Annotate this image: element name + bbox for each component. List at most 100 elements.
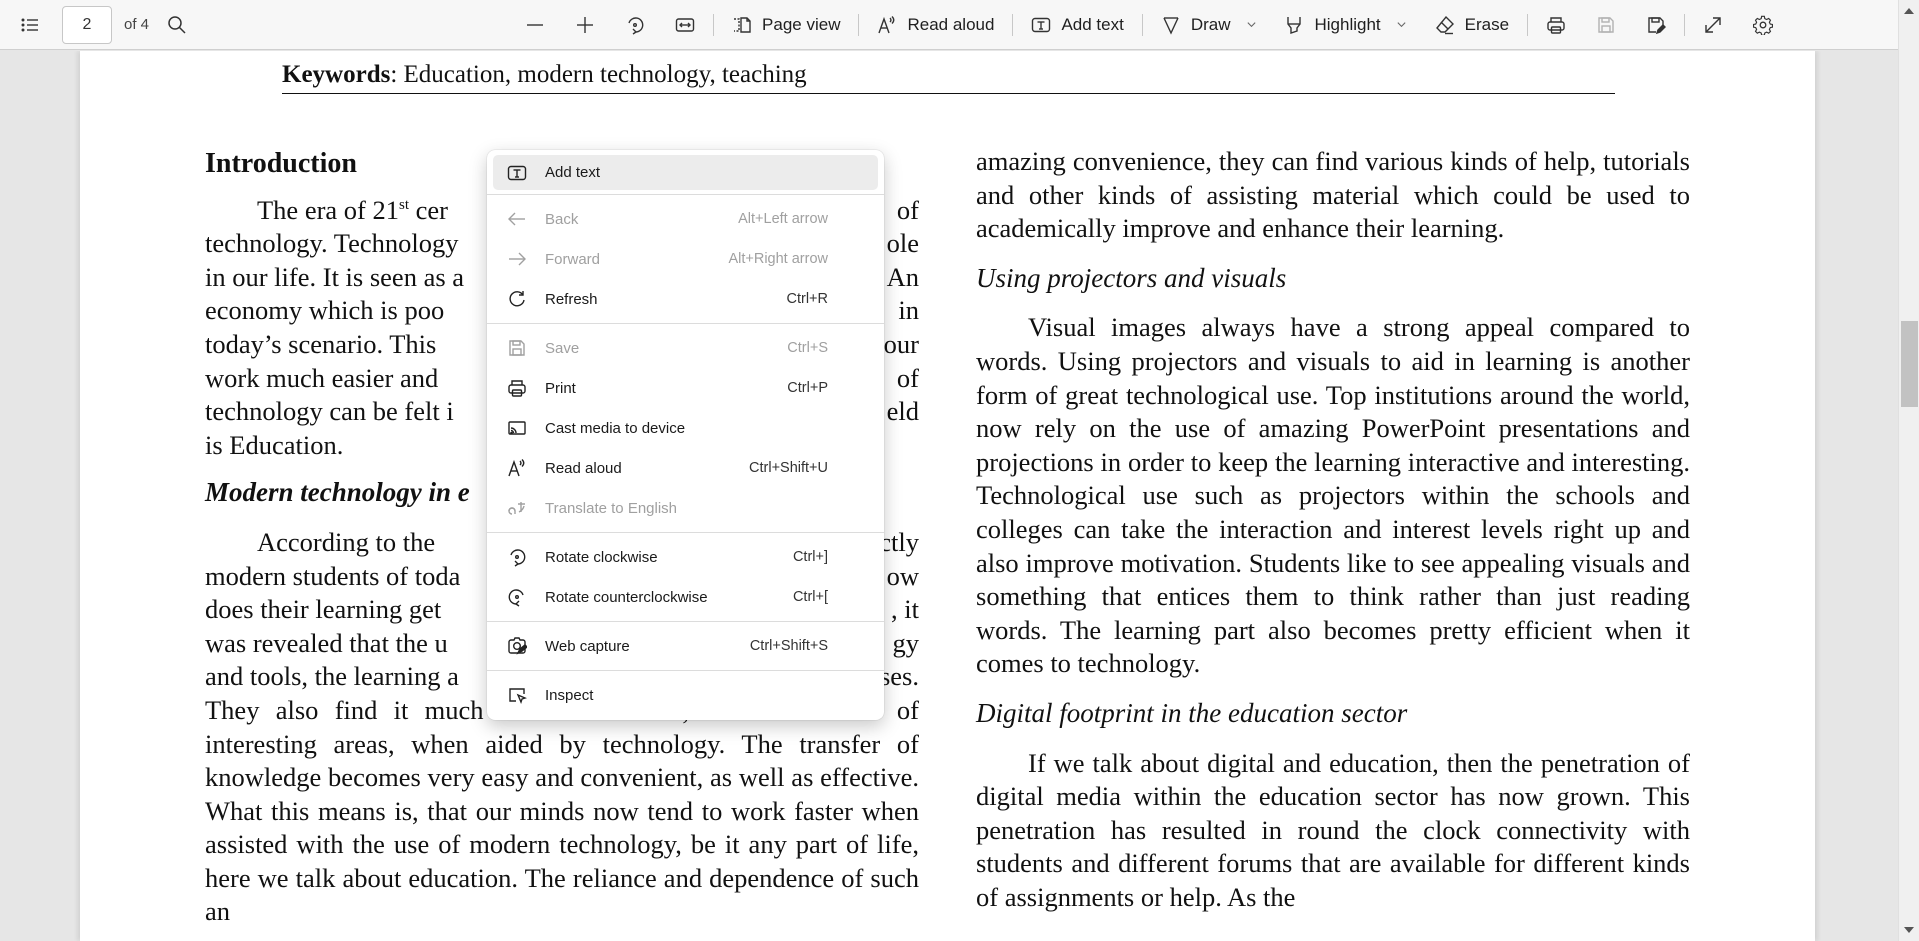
text-fragment: is Education.	[205, 429, 344, 460]
modern-technology-paragraph-continued: They also find it much more interactive,…	[205, 694, 919, 927]
text-fragment: ctly	[879, 526, 919, 557]
web-capture-icon	[505, 636, 529, 656]
erase-button[interactable]: Erase	[1427, 7, 1517, 43]
text-fragment: According to the	[257, 526, 436, 557]
menu-item-shortcut: Alt+Left arrow	[738, 211, 828, 227]
text-fragment: ole	[886, 228, 919, 259]
scrollbar-thumb[interactable]	[1901, 321, 1918, 407]
digital-footprint-paragraph: If we talk about digital and education, …	[976, 747, 1690, 912]
draw-label: Draw	[1190, 14, 1231, 34]
right-column: amazing convenience, they can find vario…	[976, 145, 1690, 914]
menu-separator	[487, 670, 884, 671]
rotate-icon	[628, 16, 644, 35]
context-menu-item-read-aloud[interactable]: Read aloud Ctrl+Shift+U	[493, 448, 878, 488]
save-icon	[505, 338, 529, 358]
text-box-icon	[1032, 17, 1051, 32]
text-fragment: , it	[891, 594, 919, 625]
save-as-button[interactable]	[1638, 7, 1674, 43]
settings-button[interactable]	[1745, 7, 1781, 43]
context-menu-item-translate-to-english[interactable]: Translate to English	[493, 488, 878, 528]
menu-item-shortcut: Ctrl+Shift+S	[749, 638, 828, 654]
highlight-button[interactable]: Highlight	[1276, 7, 1388, 43]
menu-item-shortcut: Alt+Right arrow	[728, 251, 828, 267]
inspect-icon	[505, 685, 529, 705]
rotate-button[interactable]	[617, 7, 653, 43]
vertical-scrollbar[interactable]	[1898, 0, 1919, 941]
scroll-up-arrow-icon[interactable]	[1904, 8, 1914, 14]
cast-icon	[505, 418, 529, 438]
context-menu-item-rotate-clockwise[interactable]: Rotate clockwise Ctrl+]	[493, 537, 878, 577]
context-menu-item-add-text[interactable]: Add text	[493, 155, 878, 190]
toolbar-divider	[1684, 13, 1686, 36]
menu-separator	[487, 532, 884, 533]
text-fragment: economy which is poo	[205, 295, 445, 326]
eraser-icon	[1435, 15, 1454, 34]
context-menu-item-rotate-counterclockwise[interactable]: Rotate counterclockwise Ctrl+[	[493, 577, 878, 617]
menu-item-label: Rotate counterclockwise	[545, 588, 708, 606]
arrow-left-icon	[505, 209, 529, 229]
continued-paragraph: amazing convenience, they can find vario…	[976, 146, 1690, 244]
minus-icon	[527, 23, 544, 26]
context-menu-item-forward[interactable]: Forward Alt+Right arrow	[493, 239, 878, 279]
page-count-label: of 4	[124, 16, 150, 33]
read-aloud-button[interactable]: Read aloud	[869, 7, 1002, 43]
menu-item-label: Inspect	[545, 686, 594, 704]
context-menu-item-inspect[interactable]: Inspect	[493, 675, 878, 715]
fit-to-width-button[interactable]	[667, 7, 703, 43]
add-text-button[interactable]: Add text	[1023, 7, 1131, 43]
context-menu-item-save[interactable]: Save Ctrl+S	[493, 328, 878, 368]
search-icon	[168, 15, 186, 34]
text-fragment: ses.	[879, 661, 919, 692]
keywords-line: Keywords: Education, modern technology, …	[282, 61, 1615, 94]
digital-footprint-heading: Digital footprint in the education secto…	[976, 697, 1408, 728]
menu-item-shortcut: Ctrl+P	[787, 380, 828, 396]
draw-options-dropdown[interactable]	[1238, 7, 1264, 43]
page-view-button[interactable]: Page view	[724, 7, 848, 43]
toolbar-divider	[858, 13, 860, 36]
menu-separator	[487, 323, 884, 324]
text-fragment: does their learning get	[205, 594, 442, 625]
menu-item-shortcut: Ctrl+[	[792, 589, 828, 605]
text-fragment: gy	[892, 627, 920, 658]
keywords-label: Keywords	[282, 61, 391, 88]
keywords-text: : Education, modern technology, teaching	[390, 61, 807, 88]
save-button[interactable]	[1588, 7, 1624, 43]
context-menu-item-cast-media-to-device[interactable]: Cast media to device	[493, 408, 878, 448]
draw-button[interactable]: Draw	[1153, 7, 1239, 43]
page-number-input[interactable]: 2	[62, 5, 112, 44]
highlight-label: Highlight	[1314, 14, 1381, 34]
page-view-icon	[734, 16, 751, 33]
menu-item-label: Back	[545, 210, 579, 228]
fullscreen-button[interactable]	[1695, 7, 1731, 43]
refresh-icon	[505, 289, 529, 309]
translate-icon	[505, 498, 529, 518]
text-fragment: our	[883, 328, 919, 359]
highlighter-icon	[1287, 16, 1302, 34]
document-viewer[interactable]: Keywords: Education, modern technology, …	[0, 51, 1898, 941]
text-fragment: work much easier and	[205, 362, 439, 393]
context-menu: Add text Back Alt+Left arrow Forward Alt+Rig…	[487, 150, 884, 720]
chevron-down-icon	[1247, 22, 1256, 28]
table-of-contents-button[interactable]	[12, 7, 48, 43]
zoom-in-button[interactable]	[567, 7, 603, 43]
menu-item-label: Save	[545, 339, 580, 357]
zoom-out-button[interactable]	[517, 7, 553, 43]
menu-item-shortcut: Ctrl+R	[786, 291, 829, 307]
text-fragment: of	[896, 362, 919, 393]
highlight-options-dropdown[interactable]	[1389, 7, 1415, 43]
print-icon	[505, 378, 529, 398]
scroll-down-arrow-icon[interactable]	[1904, 927, 1914, 933]
toolbar-divider	[1141, 13, 1143, 36]
text-fragment: An	[886, 261, 919, 292]
menu-item-shortcut: Ctrl+]	[792, 549, 828, 565]
menu-item-label: Cast media to device	[545, 419, 686, 437]
pdf-toolbar: 2 of 4 Page view Read aloud Add text Dra…	[0, 0, 1898, 50]
expand-icon	[1705, 16, 1721, 33]
print-button[interactable]	[1538, 7, 1574, 43]
search-button[interactable]	[159, 7, 195, 43]
context-menu-item-print[interactable]: Print Ctrl+P	[493, 368, 878, 408]
context-menu-item-web-capture[interactable]: Web capture Ctrl+Shift+S	[493, 626, 878, 666]
context-menu-item-refresh[interactable]: Refresh Ctrl+R	[493, 279, 878, 319]
context-menu-item-back[interactable]: Back Alt+Left arrow	[493, 199, 878, 239]
toolbar-divider	[1012, 13, 1014, 36]
